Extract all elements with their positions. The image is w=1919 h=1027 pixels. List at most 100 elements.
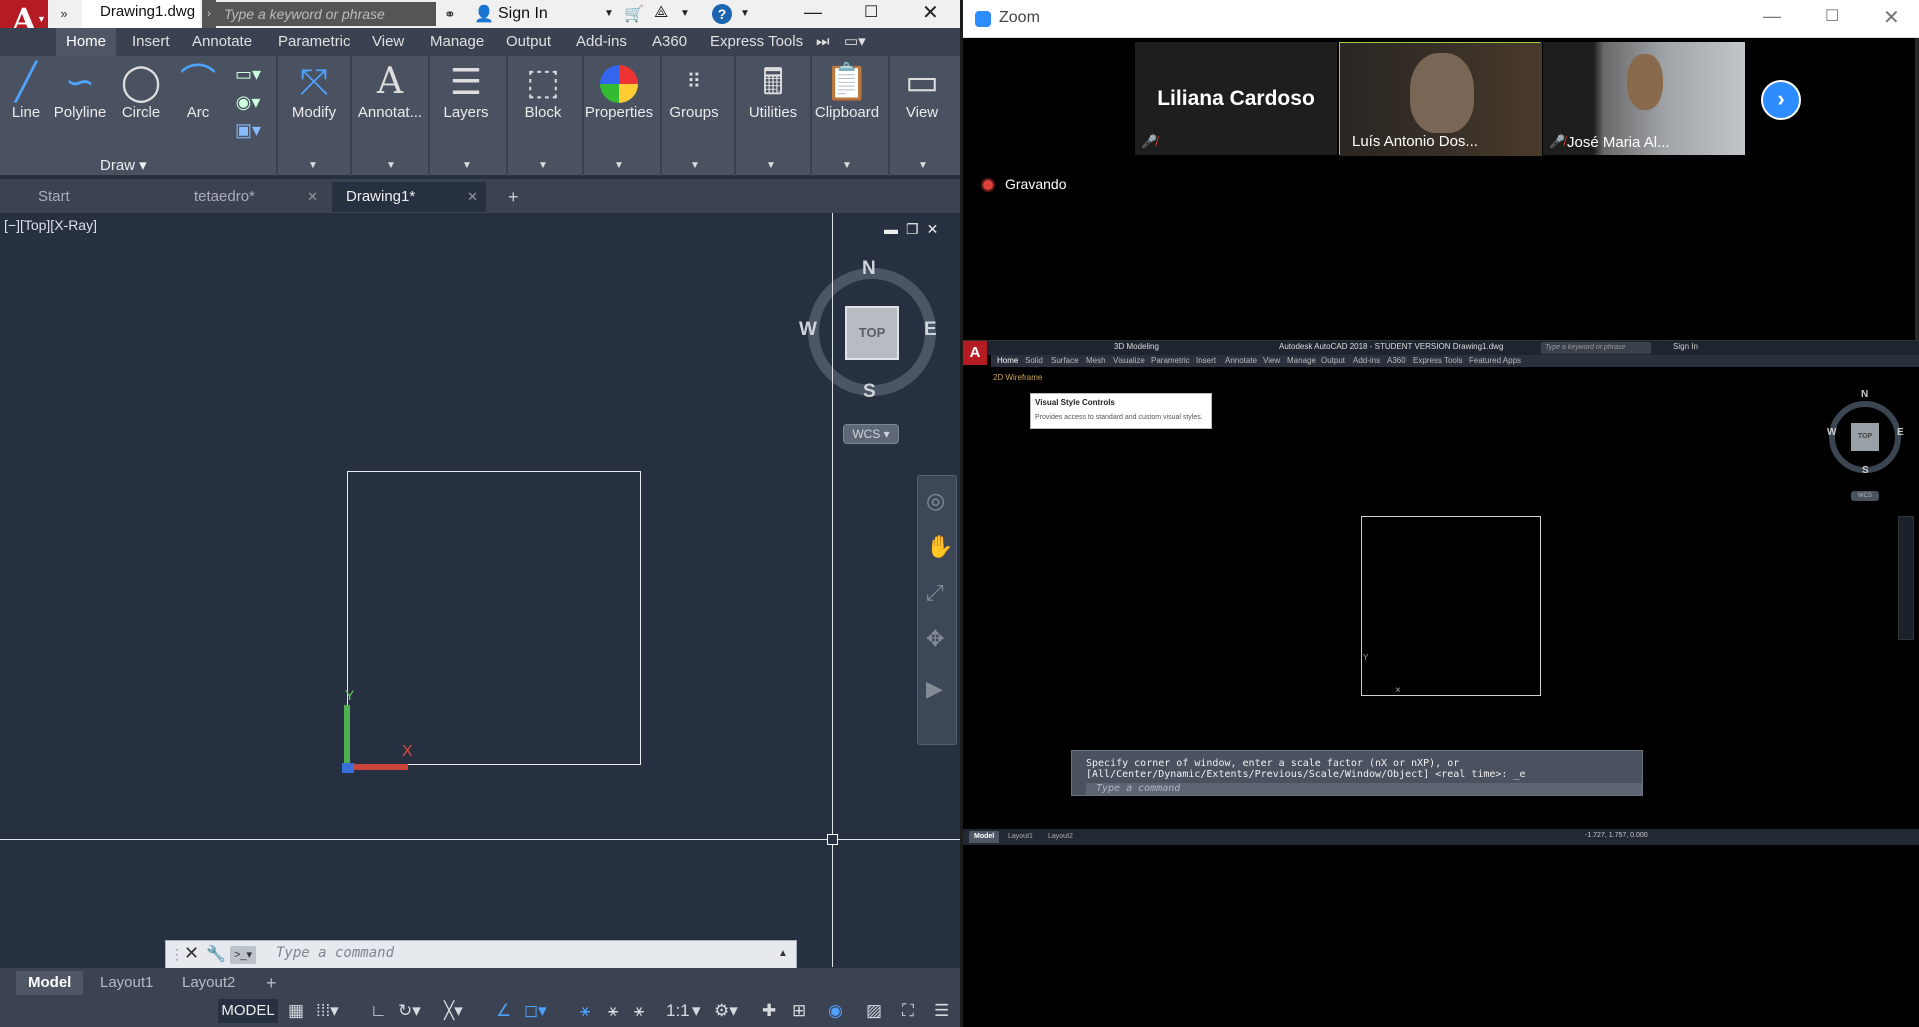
- maximize-icon[interactable]: ☐: [864, 2, 878, 22]
- minimize-icon[interactable]: —: [804, 2, 822, 23]
- clean-screen-icon[interactable]: ⛶: [902, 1001, 914, 1021]
- wcs-menu-button[interactable]: WCS ▾: [843, 424, 899, 444]
- next-page-button[interactable]: ›: [1761, 80, 1801, 120]
- minimize-icon[interactable]: —: [1763, 6, 1781, 27]
- chevron-down-icon[interactable]: ▼: [462, 160, 472, 171]
- user-icon[interactable]: 👤: [474, 4, 494, 24]
- chevron-down-icon[interactable]: ▼: [918, 160, 928, 171]
- modify-button[interactable]: ⤧ Modify: [284, 60, 344, 121]
- snap-icon[interactable]: ⁞⁞⁞▾: [316, 1001, 339, 1021]
- cart-icon[interactable]: 🛒: [624, 4, 644, 24]
- chevron-up-icon[interactable]: ▲: [778, 948, 788, 959]
- annotation-scale-value[interactable]: 1:1: [666, 1001, 690, 1021]
- chevron-right-icon[interactable]: ›: [202, 0, 216, 28]
- chevron-down-icon[interactable]: ▼: [308, 160, 318, 171]
- restore-icon[interactable]: ❐: [906, 221, 927, 237]
- groups-button[interactable]: ⠿ Groups: [664, 60, 724, 121]
- units-icon[interactable]: ⊞: [792, 1001, 806, 1021]
- chevron-down-icon[interactable]: ▼: [680, 8, 690, 19]
- viewport-window-controls[interactable]: ▬❐✕: [884, 221, 946, 238]
- draw-small-tools[interactable]: ▭▾ ◉▾ ▣▾: [228, 60, 268, 144]
- block-button[interactable]: ⬚ Block: [510, 60, 576, 121]
- auto-scale-icon[interactable]: ⚹: [608, 1001, 618, 1021]
- polar-icon[interactable]: ↻▾: [398, 1001, 421, 1021]
- circle-button[interactable]: ◯ Circle: [116, 60, 166, 121]
- file-tab-tetaedro[interactable]: tetaedro* ✕: [180, 182, 326, 212]
- steering-wheel-icon[interactable]: ◎: [926, 488, 945, 514]
- tab-add-ins[interactable]: Add-ins: [566, 28, 637, 56]
- tab-view[interactable]: View: [362, 28, 414, 56]
- a360-icon[interactable]: ⟁: [654, 4, 668, 22]
- ribbon-options-icon[interactable]: ▭▾: [834, 28, 876, 56]
- layers-button[interactable]: ☰ Layers: [432, 60, 500, 121]
- file-tab-start[interactable]: Start: [24, 182, 174, 212]
- annotation-button[interactable]: A Annotat...: [354, 60, 426, 121]
- pan-hand-icon[interactable]: ✋: [926, 534, 953, 560]
- tab-layout2[interactable]: Layout2: [170, 971, 247, 995]
- annotation-visibility-icon[interactable]: ⚹: [580, 1001, 590, 1021]
- close-icon[interactable]: ✕: [1883, 5, 1900, 30]
- object-snap-icon[interactable]: ◻▾: [524, 1001, 547, 1021]
- add-layout-plus-icon[interactable]: +: [254, 971, 289, 995]
- drawing-viewport[interactable]: [−][Top][X-Ray] ▬❐✕ TOP N S E W WCS ▾ ◎ …: [0, 213, 960, 967]
- utilities-button[interactable]: 🖩 Utilities: [740, 60, 806, 121]
- tab-manage[interactable]: Manage: [420, 28, 494, 56]
- file-tab-drawing1[interactable]: Drawing1* ✕: [332, 182, 486, 212]
- chevron-down-icon[interactable]: ▼: [37, 14, 46, 24]
- chevron-down-icon[interactable]: ▼: [740, 8, 750, 19]
- sign-in-button[interactable]: Sign In: [498, 5, 548, 23]
- compass-east[interactable]: E: [924, 319, 937, 341]
- help-icon[interactable]: ?: [712, 4, 732, 24]
- maximize-icon[interactable]: ☐: [1825, 6, 1839, 26]
- grip-icon[interactable]: ⋮: [170, 946, 184, 963]
- viewcube-top-face[interactable]: TOP: [845, 306, 899, 360]
- command-prompt-icon[interactable]: >_▾: [230, 946, 256, 964]
- chevron-down-icon[interactable]: ▼: [538, 160, 548, 171]
- ortho-icon[interactable]: ∟: [370, 1001, 387, 1021]
- close-icon[interactable]: ✕: [927, 221, 947, 237]
- drawn-rectangle[interactable]: [347, 471, 641, 765]
- tab-output[interactable]: Output: [496, 28, 561, 56]
- wrench-icon[interactable]: 🔧: [206, 944, 226, 964]
- minimize-icon[interactable]: ▬: [884, 221, 906, 237]
- tab-parametric[interactable]: Parametric: [268, 28, 361, 56]
- object-snap-tracking-icon[interactable]: ∠: [496, 1001, 511, 1021]
- tab-home[interactable]: Home: [56, 28, 117, 56]
- viewport-controls-label[interactable]: [−][Top][X-Ray]: [4, 217, 97, 233]
- command-input[interactable]: Type a command: [276, 945, 394, 961]
- close-icon[interactable]: ✕: [922, 0, 939, 25]
- chevron-down-icon[interactable]: ▼: [386, 160, 396, 171]
- new-tab-plus-icon[interactable]: +: [494, 182, 524, 212]
- plus-icon[interactable]: ✚: [762, 1001, 776, 1021]
- orbit-icon[interactable]: ✥: [926, 626, 944, 652]
- tab-annotate[interactable]: Annotate: [182, 28, 262, 56]
- chevron-down-icon[interactable]: ▼: [604, 8, 614, 19]
- search-input[interactable]: Type a keyword or phrase: [216, 2, 436, 26]
- tab-insert[interactable]: Insert: [122, 28, 180, 56]
- quick-access-more-icon[interactable]: »: [52, 4, 76, 24]
- draw-panel-title[interactable]: Draw ▾: [100, 156, 147, 174]
- gear-icon[interactable]: ⚙▾: [714, 1001, 738, 1021]
- properties-button[interactable]: Properties: [584, 60, 654, 121]
- compass-west[interactable]: W: [799, 319, 817, 341]
- showmotion-icon[interactable]: ▶: [926, 676, 943, 702]
- recording-label[interactable]: Gravando: [1005, 176, 1066, 192]
- shared-screen[interactable]: 3D Modeling Autodesk AutoCAD 2018 - STUD…: [963, 340, 1919, 845]
- tab-a360[interactable]: A360: [642, 28, 697, 56]
- model-space-button[interactable]: MODEL: [218, 999, 278, 1023]
- line-button[interactable]: ╱ Line: [4, 60, 48, 121]
- clipboard-button[interactable]: 📋 Clipboard: [812, 60, 882, 121]
- isolate-objects-icon[interactable]: ◉: [828, 1001, 843, 1021]
- compass-north[interactable]: N: [862, 258, 876, 280]
- chevron-down-icon[interactable]: ▼: [690, 160, 700, 171]
- close-icon[interactable]: ✕: [184, 943, 199, 964]
- tab-express-tools[interactable]: Express Tools: [700, 28, 813, 56]
- participant-tile[interactable]: Liliana Cardoso 🎤̸: [1135, 42, 1337, 155]
- tab-model[interactable]: Model: [16, 971, 84, 995]
- grid-icon[interactable]: ▦: [288, 1001, 304, 1021]
- zoom-extents-icon[interactable]: ⤢: [926, 580, 944, 606]
- hardware-acceleration-icon[interactable]: ▨: [866, 1001, 882, 1021]
- view-button[interactable]: ▭ View: [896, 60, 948, 121]
- participant-tile[interactable]: 🎤̸ José Maria Al...: [1543, 42, 1745, 155]
- polyline-button[interactable]: ∽ Polyline: [52, 60, 108, 121]
